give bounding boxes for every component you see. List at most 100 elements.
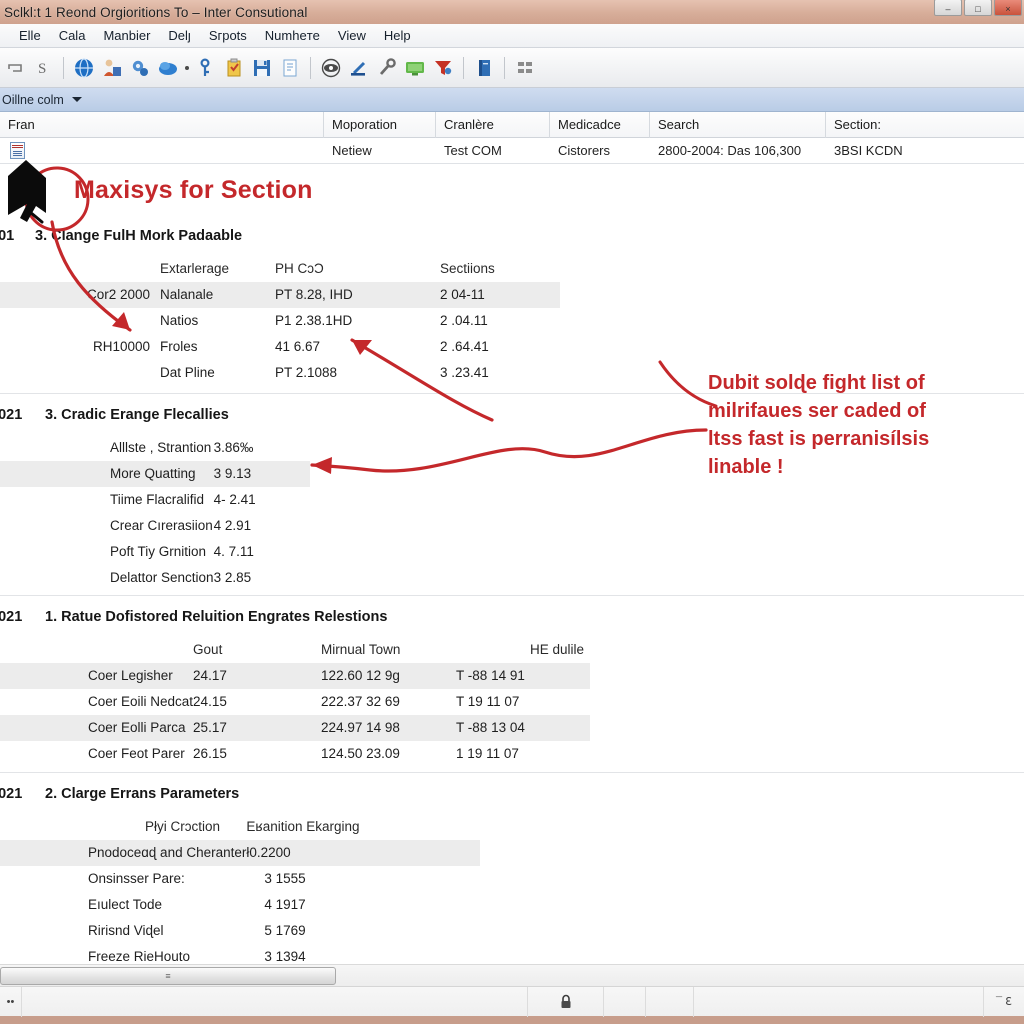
- cell-code: PT 2.1088: [275, 365, 338, 380]
- toolbar-separator: [504, 56, 505, 79]
- column-header-search[interactable]: Search: [650, 111, 826, 138]
- document-row-icon: [10, 142, 25, 159]
- menu-item-file[interactable]: Elle: [10, 26, 50, 45]
- key-icon[interactable]: [193, 55, 219, 81]
- table-row[interactable]: Coer Eolli Parca 25.17 224.97 14 98 T -8…: [0, 715, 590, 741]
- section-divider: [0, 772, 1024, 773]
- cell-name: Eıulect Tode: [88, 897, 163, 912]
- cell-value: 3 9.13: [213, 466, 252, 481]
- application-window: Sclkl:t 1 Reond Orgioritions To – Inter …: [0, 0, 1024, 1024]
- status-cell-c[interactable]: [694, 986, 984, 1017]
- grid-icon[interactable]: [512, 55, 538, 81]
- menu-item-member[interactable]: Manbier: [94, 26, 159, 45]
- status-lock-cell[interactable]: [528, 986, 604, 1017]
- close-button[interactable]: ×: [994, 0, 1022, 16]
- cell-name: Coer Eolli Parca: [88, 720, 186, 735]
- cell-section: 2 .04.11: [440, 313, 488, 328]
- book-icon[interactable]: [471, 55, 497, 81]
- document-icon[interactable]: [277, 55, 303, 81]
- table-row[interactable]: Onsinsser Pare: 3 1555: [0, 866, 480, 892]
- scrollbar-thumb[interactable]: ≡: [0, 966, 336, 985]
- sigma-icon[interactable]: S: [30, 55, 56, 81]
- title-bar[interactable]: Sclkl:t 1 Reond Orgioritions To – Inter …: [0, 0, 1024, 24]
- table-row[interactable]: Coer Feot Parer 26.15 124.50 23.09 1 19 …: [0, 741, 590, 767]
- table-row[interactable]: Coer Legisher 24.17 122.60 12 9ɡ T -88 1…: [0, 663, 590, 689]
- cell-hedulile: T 19 11 07: [456, 694, 520, 709]
- annotation-note-line-4: linable !: [708, 456, 784, 478]
- menu-item-view[interactable]: View: [329, 26, 375, 45]
- column-header-cranlere[interactable]: Crаnlère: [436, 111, 550, 138]
- column-header-section[interactable]: Section:: [826, 112, 1024, 138]
- cell-name: Pnodoceɑɖ and Cheranter: [88, 845, 247, 860]
- menu-item-del[interactable]: Delȷ: [159, 26, 199, 45]
- menu-item-help[interactable]: Help: [375, 26, 420, 45]
- table-row[interactable]: Alllste , Strantion 3.86‰: [0, 435, 310, 461]
- cell-hedulile: T -88 14 91: [456, 668, 525, 683]
- cloud-icon[interactable]: [155, 55, 181, 81]
- cell-lead: RH10000: [92, 339, 150, 354]
- column-value-row[interactable]: Netiew Test COM Cistorers 2800-2004: Das…: [0, 138, 1024, 164]
- th-gout: Gout: [193, 642, 223, 657]
- th-exanition: Eʁanition Ekarging: [246, 819, 360, 834]
- table-row[interactable]: Tiime Flacralifid 4- 2.41: [0, 487, 310, 513]
- toolbar-separator: [63, 56, 64, 79]
- window-controls: – □ ×: [934, 0, 1022, 16]
- table-row[interactable]: Poft Tiy Grnition 4. 7.11: [0, 539, 310, 565]
- table-row[interactable]: RH10000 Froles 41 6.67 2 .64.41: [0, 334, 560, 360]
- section-3-title: 1. Ratue Dofistored Reluition Engrates R…: [45, 609, 388, 625]
- table-row[interactable]: Coer Eoili Nedcat 24.15 222.37 32 69 T 1…: [0, 689, 590, 715]
- cell-lead: Cor2 2000: [86, 287, 150, 302]
- cell-gout: 24.15: [193, 694, 227, 709]
- status-cell-a[interactable]: [604, 986, 646, 1017]
- wrench-icon[interactable]: [374, 55, 400, 81]
- menu-item-cala[interactable]: Cala: [50, 26, 95, 45]
- table-row[interactable]: Natios P1 2.38.1HD 2 .04.11: [0, 308, 560, 334]
- horizontal-scrollbar[interactable]: ≡: [0, 964, 1024, 986]
- menu-item-number[interactable]: Numheтe: [256, 26, 329, 45]
- eye-icon[interactable]: [318, 55, 344, 81]
- section-4-table: Płуі Crɔction Eʁanition Ekarging Pnodoce…: [0, 814, 480, 964]
- column-header-medicadce[interactable]: Medicadce: [550, 111, 650, 138]
- globe-icon[interactable]: [71, 55, 97, 81]
- microscope-icon[interactable]: [346, 55, 372, 81]
- table-row[interactable]: Cor2 2000 Nalanale PT 8.28, IHD 2 04-11: [0, 282, 560, 308]
- menu-item-spots[interactable]: Sгpots: [200, 26, 256, 45]
- th-hedulile: HE dulile: [529, 642, 584, 657]
- table-row[interactable]: Delattor Senction 3 2.85: [0, 565, 310, 591]
- minimize-button[interactable]: –: [934, 0, 962, 16]
- status-cell-b[interactable]: [646, 986, 694, 1017]
- outline-filter-bar[interactable]: Oillne colm: [0, 88, 1024, 112]
- table-row[interactable]: More Quatting 3 9.13: [0, 461, 310, 487]
- status-bar: •• ¯ ℇ: [0, 986, 1024, 1017]
- table-row[interactable]: Dat Pline PT 2.1088 3 .23.41: [0, 360, 560, 386]
- gears-icon[interactable]: [127, 55, 153, 81]
- person-icon[interactable]: [99, 55, 125, 81]
- table-row[interactable]: Eıulect Tode 4 1917: [0, 892, 480, 918]
- section-1-gutter: 101: [0, 228, 15, 244]
- clipboard-icon[interactable]: [221, 55, 247, 81]
- maximize-button[interactable]: □: [964, 0, 992, 16]
- table-row[interactable]: Pnodoceɑɖ and Cheranter ł0.2200: [0, 840, 480, 866]
- cell-section: 3BSI KCDN: [834, 143, 903, 158]
- annotation-title: Maxisys for Section: [74, 176, 313, 204]
- table-row[interactable]: Crear Cırerasiion 4 2.91: [0, 513, 310, 539]
- cell-section: 2 .64.41: [440, 339, 489, 354]
- monitor-icon[interactable]: [402, 55, 428, 81]
- funnel-icon[interactable]: [430, 55, 456, 81]
- cell-value: 4. 7.11: [213, 544, 254, 559]
- chevron-down-icon[interactable]: [71, 97, 82, 102]
- save-icon[interactable]: [249, 55, 275, 81]
- cell-name: Nalanale: [160, 287, 214, 302]
- toolbar-separator: [463, 56, 464, 79]
- cell-name: Poft Tiy Grnition: [110, 544, 207, 559]
- cell-name: Coer Eoili Nedcat: [88, 694, 194, 709]
- undo-icon[interactable]: [2, 55, 28, 81]
- cell-code: P1 2.38.1HD: [275, 313, 353, 328]
- cell-name: Crear Cırerasiion: [110, 518, 213, 533]
- cell-value: 3 1394: [264, 949, 306, 964]
- column-header-fran[interactable]: Fran: [0, 111, 324, 138]
- column-header-moporation[interactable]: Moporation: [324, 111, 436, 138]
- cell-medicadce: Cistorers: [558, 143, 611, 158]
- table-row[interactable]: Freeze RieHouto 3 1394: [0, 944, 480, 964]
- table-row[interactable]: Ririsnd Viɖel 5 1769: [0, 918, 480, 944]
